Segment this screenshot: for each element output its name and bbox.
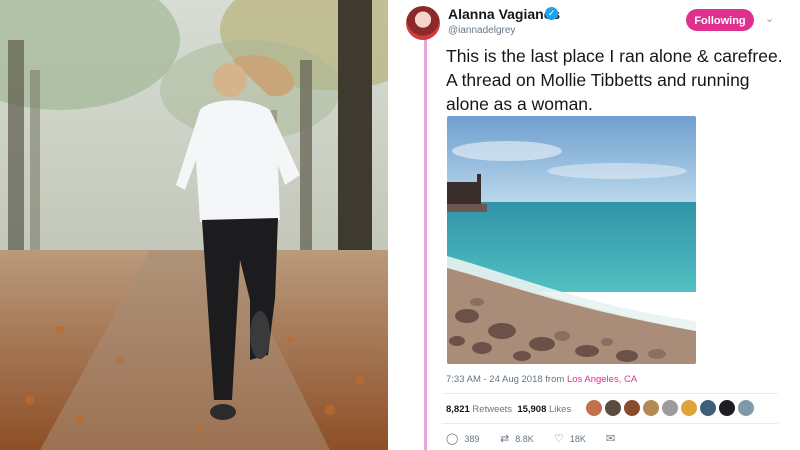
like-count: 18K xyxy=(569,434,586,444)
runner-photo xyxy=(0,0,388,450)
liker-avatar[interactable] xyxy=(661,399,679,417)
tweet-timestamp[interactable]: 7:33 AM - 24 Aug 2018 from Los Angeles, … xyxy=(446,374,637,385)
runner-photo-illustration xyxy=(0,0,388,450)
liker-avatar[interactable] xyxy=(718,399,736,417)
dm-button[interactable]: ✉ xyxy=(606,432,621,445)
divider xyxy=(442,393,778,394)
mail-icon: ✉ xyxy=(606,433,616,445)
likes-count[interactable]: 15,908 xyxy=(517,404,546,415)
verified-badge-icon: ✓ xyxy=(545,7,558,20)
like-button[interactable]: ♡ 18K xyxy=(554,432,586,445)
tweet-text: This is the last place I ran alone & car… xyxy=(446,46,783,114)
engagement-stats: 8,821 Retweets 15,908 Likes xyxy=(446,404,571,415)
following-button[interactable]: Following xyxy=(686,9,754,31)
reply-icon: ◯ xyxy=(446,433,459,445)
beach-photo-illustration xyxy=(447,116,696,364)
liker-avatar[interactable] xyxy=(585,399,603,417)
liker-avatar[interactable] xyxy=(623,399,641,417)
thread-connector-line xyxy=(424,38,427,450)
retweets-label: Retweets xyxy=(472,404,513,415)
likes-label: Likes xyxy=(549,404,572,415)
liker-avatar[interactable] xyxy=(680,399,698,417)
heart-icon: ♡ xyxy=(554,433,564,445)
retweets-count[interactable]: 8,821 xyxy=(446,404,470,415)
liker-avatar[interactable] xyxy=(604,399,622,417)
avatar[interactable] xyxy=(406,6,440,40)
tweet-media-image[interactable] xyxy=(447,116,696,364)
tweet-card: Alanna Vagianos ✓ @iannadelgrey Followin… xyxy=(388,0,800,450)
liker-avatar[interactable] xyxy=(699,399,717,417)
retweet-button[interactable]: ⇄ 8.8K xyxy=(500,432,534,445)
chevron-down-icon[interactable]: ⌄ xyxy=(765,12,774,25)
divider xyxy=(442,423,778,424)
retweet-icon: ⇄ xyxy=(500,433,510,445)
reply-button[interactable]: ◯ 389 xyxy=(446,432,479,445)
liker-avatar[interactable] xyxy=(737,399,755,417)
timestamp-text: 7:33 AM - 24 Aug 2018 from xyxy=(446,374,567,385)
author-name[interactable]: Alanna Vagianos xyxy=(448,6,560,22)
retweet-count: 8.8K xyxy=(515,434,534,444)
reply-count: 389 xyxy=(464,434,480,444)
author-handle[interactable]: @iannadelgrey xyxy=(448,25,515,36)
location-link[interactable]: Los Angeles, CA xyxy=(567,374,637,385)
liker-avatar[interactable] xyxy=(642,399,660,417)
